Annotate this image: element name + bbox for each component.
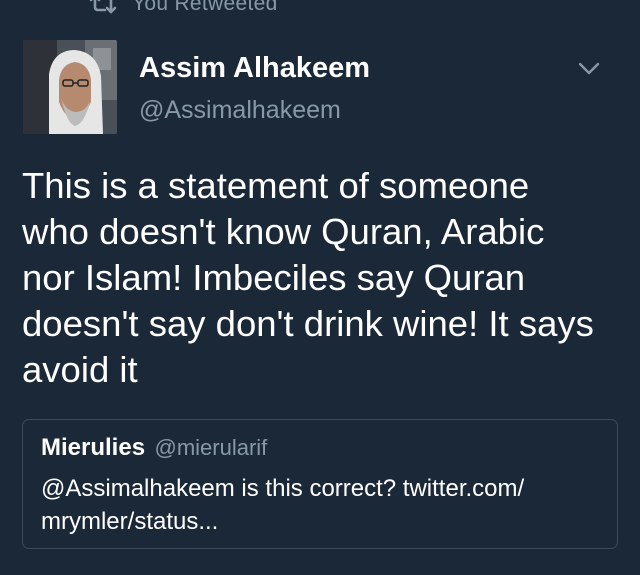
quoted-tweet-text: @Assimalhakeem is this correct? twitter.…	[41, 472, 524, 538]
quoted-tweet-header: Mierulies @mierularif	[41, 434, 267, 462]
retweet-icon	[88, 0, 118, 14]
tweet-text: This is a statement of someone who doesn…	[22, 163, 632, 393]
chevron-down-icon[interactable]	[574, 56, 604, 80]
tweet-text-line: This is a statement of someone	[22, 165, 530, 206]
avatar[interactable]	[23, 40, 117, 134]
author-display-name[interactable]: Assim Alhakeem	[139, 52, 370, 85]
quoted-author-name: Mierulies	[41, 434, 146, 461]
tweet-text-line: who doesn't know Quran, Arabic	[22, 211, 545, 252]
quoted-author-handle: @mierularif	[154, 435, 268, 460]
tweet-text-line: avoid it	[22, 349, 138, 390]
quoted-text-line: @Assimalhakeem is this correct? twitter.…	[41, 475, 525, 502]
quoted-text-line: mrymler/status...	[41, 508, 219, 535]
author-handle[interactable]: @Assimalhakeem	[139, 96, 341, 125]
tweet-text-line: nor Islam! Imbeciles say Quran	[22, 257, 526, 298]
retweet-banner: You Retweeted	[88, 0, 278, 16]
retweet-label: You Retweeted	[132, 0, 278, 15]
tweet-text-line: doesn't say don't drink wine! It says	[22, 303, 594, 344]
quoted-tweet-card[interactable]: Mierulies @mierularif @Assimalhakeem is …	[22, 419, 618, 549]
